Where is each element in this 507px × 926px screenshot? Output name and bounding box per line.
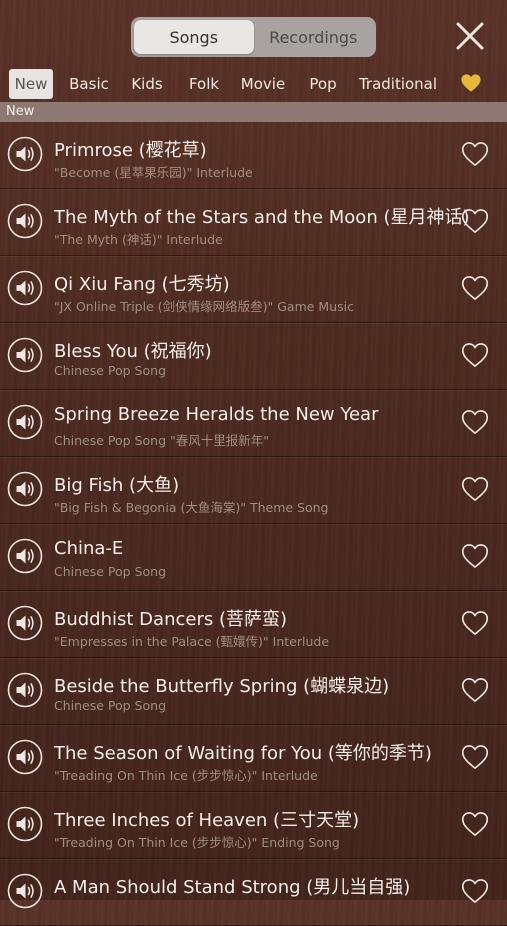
song-row[interactable]: China-E Chinese Pop Song (0, 524, 507, 591)
song-row[interactable]: A Man Should Stand Strong (男儿当自强) (0, 859, 507, 926)
song-title: Three Inches of Heaven (三寸天堂) (54, 810, 360, 831)
speaker-icon[interactable] (7, 739, 43, 775)
category-traditional[interactable]: Traditional (356, 69, 440, 99)
song-subtitle: "Big Fish & Begonia (大鱼海棠)" Theme Song (54, 500, 329, 515)
song-row[interactable]: Buddhist Dancers (菩萨蛮) "Empresses in the … (0, 591, 507, 658)
speaker-icon[interactable] (7, 605, 43, 641)
song-row[interactable]: Bless You (祝福你) Chinese Pop Song (0, 323, 507, 390)
speaker-icon[interactable] (7, 203, 43, 239)
songs-recordings-segmented-control: Songs Recordings (131, 17, 376, 57)
tab-recordings[interactable]: Recordings (254, 20, 374, 54)
close-icon (456, 22, 484, 50)
favorites-filter-button[interactable] (460, 73, 482, 93)
song-subtitle: "Treading On Thin Ice (步步惊心)" Interlude (54, 768, 318, 783)
tab-songs[interactable]: Songs (134, 20, 254, 54)
favorite-heart-icon[interactable] (461, 476, 489, 502)
category-bar: New Basic Kids Folk Movie Pop Traditiona… (0, 66, 507, 102)
favorite-heart-icon[interactable] (461, 208, 489, 234)
favorite-heart-icon[interactable] (461, 744, 489, 770)
song-list: Primrose (樱花草) "Become (星萃果乐园)" Interlude… (0, 122, 507, 926)
speaker-icon[interactable] (7, 136, 43, 172)
category-folk[interactable]: Folk (183, 69, 225, 99)
song-subtitle: "Empresses in the Palace (甄嬛传)" Interlud… (54, 634, 330, 649)
favorite-heart-icon[interactable] (461, 677, 489, 703)
category-new[interactable]: New (9, 69, 53, 99)
song-title: Big Fish (大鱼) (54, 475, 180, 496)
speaker-icon[interactable] (7, 404, 43, 440)
song-row[interactable]: Qi Xiu Fang (七秀坊) "JX Online Triple (剑侠情缘… (0, 256, 507, 323)
song-title: China-E (54, 538, 124, 559)
song-row[interactable]: Spring Breeze Heralds the New Year Chines… (0, 390, 507, 457)
speaker-icon[interactable] (7, 806, 43, 842)
song-subtitle: Chinese Pop Song (54, 363, 166, 378)
song-title: Beside the Butterfly Spring (蝴蝶泉边) (54, 676, 390, 697)
speaker-icon[interactable] (7, 337, 43, 373)
category-basic[interactable]: Basic (63, 69, 115, 99)
speaker-icon[interactable] (7, 672, 43, 708)
speaker-icon[interactable] (7, 270, 43, 306)
song-subtitle: "Treading On Thin Ice (步步惊心)" Ending Son… (54, 835, 340, 850)
song-subtitle: Chinese Pop Song (54, 698, 166, 713)
song-subtitle: "Become (星萃果乐园)" Interlude (54, 165, 253, 180)
category-kids[interactable]: Kids (125, 69, 169, 99)
song-subtitle: "The Myth (神话)" Interlude (54, 232, 223, 247)
speaker-icon[interactable] (7, 538, 43, 574)
top-bar: Songs Recordings (0, 0, 507, 66)
song-row[interactable]: The Season of Waiting for You (等你的季节) "Tr… (0, 725, 507, 792)
song-title: Buddhist Dancers (菩萨蛮) (54, 609, 287, 630)
heart-filled-icon (461, 74, 481, 92)
song-row[interactable]: Primrose (樱花草) "Become (星萃果乐园)" Interlude (0, 122, 507, 189)
song-row[interactable]: Three Inches of Heaven (三寸天堂) "Treading O… (0, 792, 507, 859)
song-title: Spring Breeze Heralds the New Year (54, 404, 379, 425)
song-title: Bless You (祝福你) (54, 341, 212, 362)
speaker-icon[interactable] (7, 873, 43, 909)
category-pop[interactable]: Pop (303, 69, 343, 99)
favorite-heart-icon[interactable] (461, 409, 489, 435)
song-row[interactable]: Beside the Butterfly Spring (蝴蝶泉边) Chines… (0, 658, 507, 725)
song-row[interactable]: Big Fish (大鱼) "Big Fish & Begonia (大鱼海棠)"… (0, 457, 507, 524)
favorite-heart-icon[interactable] (461, 811, 489, 837)
song-row[interactable]: The Myth of the Stars and the Moon (星月神话… (0, 189, 507, 256)
song-title: A Man Should Stand Strong (男儿当自强) (54, 877, 411, 898)
favorite-heart-icon[interactable] (461, 141, 489, 167)
song-title: The Season of Waiting for You (等你的季节) (54, 743, 432, 764)
song-subtitle: "JX Online Triple (剑侠情缘网络版叁)" Game Music (54, 299, 354, 314)
favorite-heart-icon[interactable] (461, 610, 489, 636)
category-movie[interactable]: Movie (236, 69, 290, 99)
song-subtitle: Chinese Pop Song "春风十里报新年" (54, 433, 269, 448)
section-header: New (0, 102, 507, 122)
song-title: Qi Xiu Fang (七秀坊) (54, 274, 230, 295)
favorite-heart-icon[interactable] (461, 275, 489, 301)
favorite-heart-icon[interactable] (461, 878, 489, 904)
song-title: The Myth of the Stars and the Moon (星月神话… (54, 207, 470, 228)
speaker-icon[interactable] (7, 471, 43, 507)
song-title: Primrose (樱花草) (54, 140, 207, 161)
close-button[interactable] (452, 18, 488, 54)
favorite-heart-icon[interactable] (461, 543, 489, 569)
song-subtitle: Chinese Pop Song (54, 564, 166, 579)
favorite-heart-icon[interactable] (461, 342, 489, 368)
